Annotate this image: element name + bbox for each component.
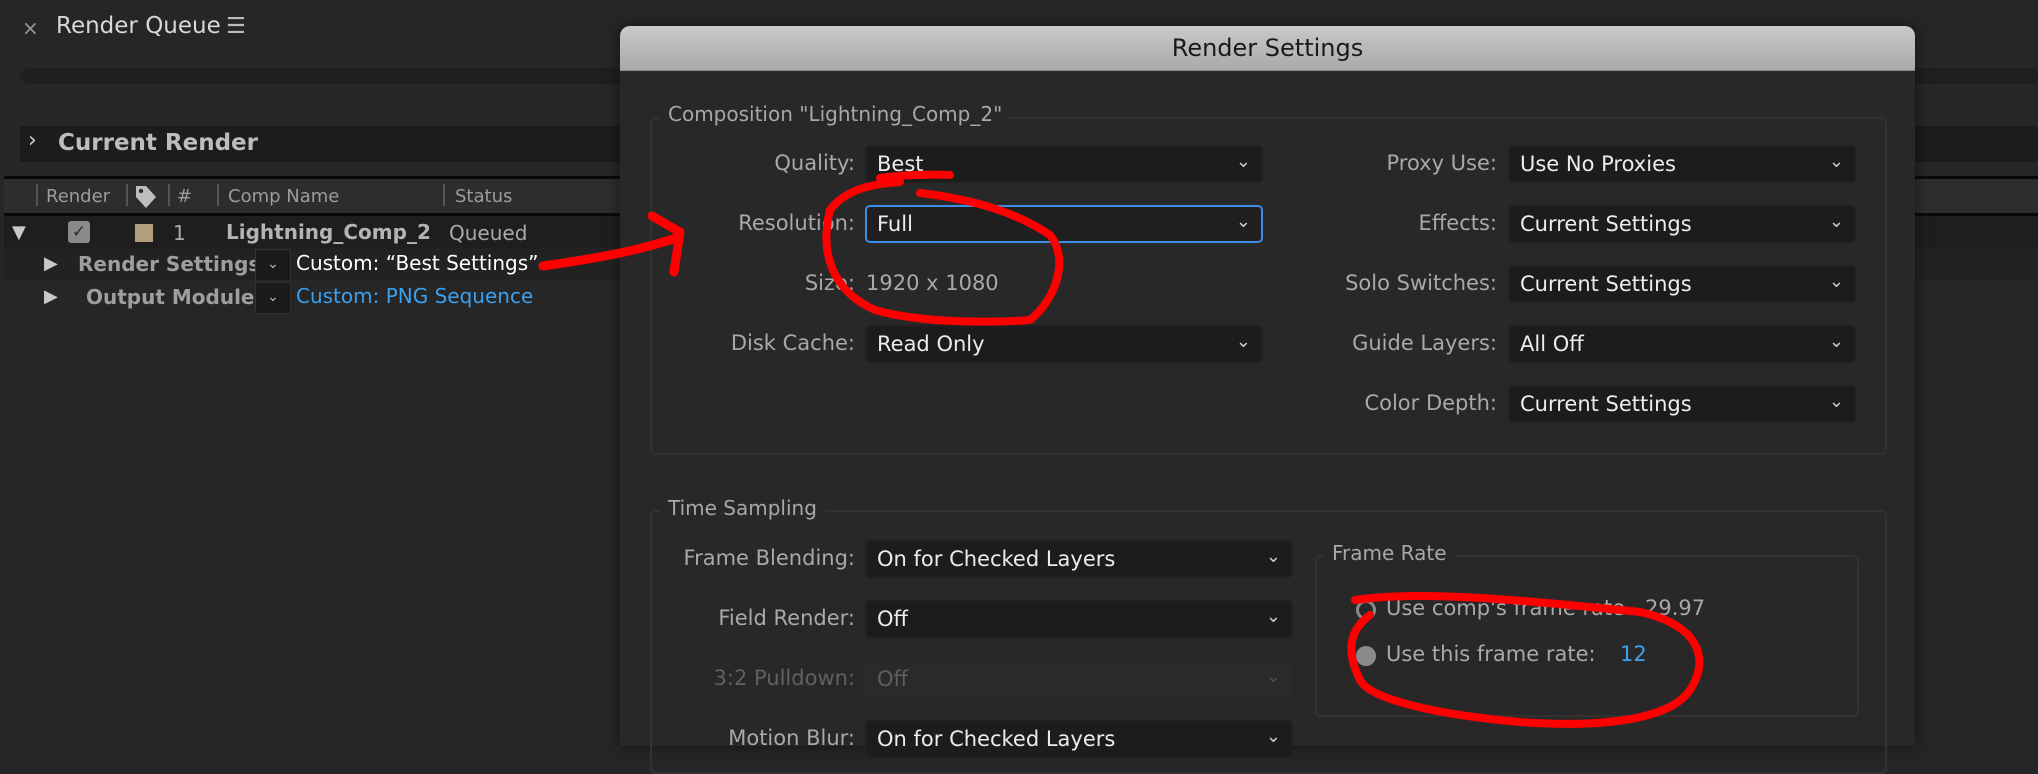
dialog-title: Render Settings — [1171, 34, 1364, 62]
column-separator[interactable] — [443, 184, 445, 206]
motion-blur-select[interactable]: On for Checked Layers ⌄ — [865, 720, 1293, 758]
panel-menu-icon[interactable]: ☰ — [226, 14, 246, 39]
chevron-down-icon: ⌄ — [1265, 726, 1281, 747]
chevron-down-icon: ⌄ — [1828, 391, 1844, 412]
proxy-use-select[interactable]: Use No Proxies ⌄ — [1508, 145, 1856, 183]
frame-blending-select[interactable]: On for Checked Layers ⌄ — [865, 540, 1293, 578]
queue-item-number: 1 — [173, 221, 186, 245]
guide-layers-label: Guide Layers: — [1352, 331, 1497, 355]
chevron-down-icon: ⌄ — [1828, 271, 1844, 292]
chevron-down-icon: ⌄ — [1828, 211, 1844, 232]
motion-blur-value: On for Checked Layers — [877, 727, 1116, 751]
quality-label: Quality: — [774, 151, 855, 175]
column-separator[interactable] — [217, 184, 219, 206]
render-settings-label: Render Settings: — [78, 252, 269, 276]
quality-select[interactable]: Best ⌄ — [865, 145, 1263, 183]
field-render-label: Field Render: — [718, 606, 855, 630]
use-this-frame-rate-radio[interactable] — [1356, 646, 1376, 666]
solo-switches-value: Current Settings — [1520, 272, 1692, 296]
effects-label: Effects: — [1418, 211, 1497, 235]
size-label: Size: — [804, 271, 855, 295]
use-comp-frame-rate-radio[interactable] — [1356, 600, 1376, 620]
effects-value: Current Settings — [1520, 212, 1692, 236]
close-icon[interactable]: × — [22, 16, 39, 40]
queue-item-comp-name[interactable]: Lightning_Comp_2 — [226, 220, 431, 244]
pulldown-select: Off ⌄ — [865, 660, 1293, 698]
color-depth-select[interactable]: Current Settings ⌄ — [1508, 385, 1856, 423]
output-module-link[interactable]: Custom: PNG Sequence — [296, 284, 533, 308]
column-header-comp-name[interactable]: Comp Name — [228, 186, 339, 207]
time-sampling-legend: Time Sampling — [660, 496, 825, 520]
expand-triangle-icon[interactable]: ▶ — [44, 286, 58, 307]
render-checkbox[interactable]: ✓ — [68, 221, 90, 243]
use-comp-frame-rate-label[interactable]: Use comp's frame rate — [1386, 596, 1625, 620]
chevron-down-icon: ⌄ — [1265, 606, 1281, 627]
field-render-value: Off — [877, 607, 908, 631]
chevron-right-icon[interactable]: › — [28, 128, 37, 153]
label-color-swatch[interactable] — [135, 224, 153, 242]
solo-switches-select[interactable]: Current Settings ⌄ — [1508, 265, 1856, 303]
frame-rate-legend: Frame Rate — [1324, 541, 1455, 565]
disk-cache-value: Read Only — [877, 332, 985, 356]
size-value: 1920 x 1080 — [866, 271, 999, 295]
render-settings-dropdown[interactable]: ⌄ — [255, 249, 291, 281]
chevron-down-icon: ⌄ — [1828, 151, 1844, 172]
field-render-select[interactable]: Off ⌄ — [865, 600, 1293, 638]
chevron-down-icon: ⌄ — [1265, 666, 1281, 687]
disk-cache-label: Disk Cache: — [730, 331, 855, 355]
use-this-frame-rate-label[interactable]: Use this frame rate: — [1386, 642, 1596, 666]
pulldown-value: Off — [877, 667, 908, 691]
output-module-dropdown[interactable]: ⌄ — [255, 282, 291, 314]
comp-frame-rate-value: 29.97 — [1645, 596, 1706, 620]
chevron-down-icon: ⌄ — [1235, 211, 1251, 232]
motion-blur-label: Motion Blur: — [728, 726, 855, 750]
guide-layers-value: All Off — [1520, 332, 1584, 356]
frame-blending-label: Frame Blending: — [683, 546, 855, 570]
queue-item-status: Queued — [449, 221, 528, 245]
frame-rate-input[interactable]: 12 — [1620, 642, 1647, 666]
panel-title: Render Queue — [56, 13, 221, 39]
chevron-down-icon: ⌄ — [1828, 331, 1844, 352]
expand-triangle-icon[interactable]: ▼ — [12, 222, 26, 243]
column-header-number[interactable]: # — [177, 186, 192, 207]
quality-value: Best — [877, 152, 924, 176]
column-separator[interactable] — [36, 184, 38, 206]
column-header-status[interactable]: Status — [455, 186, 512, 207]
composition-legend: Composition "Lightning_Comp_2" — [660, 102, 1011, 126]
resolution-label: Resolution: — [738, 211, 855, 235]
proxy-use-label: Proxy Use: — [1386, 151, 1497, 175]
chevron-down-icon: ⌄ — [1235, 151, 1251, 172]
color-depth-label: Color Depth: — [1364, 391, 1497, 415]
column-separator[interactable] — [126, 184, 128, 206]
resolution-select[interactable]: Full ⌄ — [865, 205, 1263, 243]
current-render-label: Current Render — [58, 130, 259, 156]
chevron-down-icon: ⌄ — [1265, 546, 1281, 567]
solo-switches-label: Solo Switches: — [1345, 271, 1497, 295]
disk-cache-select[interactable]: Read Only ⌄ — [865, 325, 1263, 363]
output-module-label: Output Module: — [86, 285, 263, 309]
column-separator[interactable] — [168, 184, 170, 206]
effects-select[interactable]: Current Settings ⌄ — [1508, 205, 1856, 243]
proxy-use-value: Use No Proxies — [1520, 152, 1676, 176]
pulldown-label: 3:2 Pulldown: — [713, 666, 855, 690]
label-tag-icon[interactable] — [134, 184, 158, 214]
expand-triangle-icon[interactable]: ▶ — [44, 253, 58, 274]
frame-blending-value: On for Checked Layers — [877, 547, 1116, 571]
column-header-render[interactable]: Render — [46, 186, 110, 207]
render-settings-link[interactable]: Custom: “Best Settings” — [296, 251, 539, 275]
frame-rate-group — [1315, 555, 1859, 717]
guide-layers-select[interactable]: All Off ⌄ — [1508, 325, 1856, 363]
color-depth-value: Current Settings — [1520, 392, 1692, 416]
resolution-value: Full — [877, 212, 913, 236]
chevron-down-icon: ⌄ — [1235, 331, 1251, 352]
